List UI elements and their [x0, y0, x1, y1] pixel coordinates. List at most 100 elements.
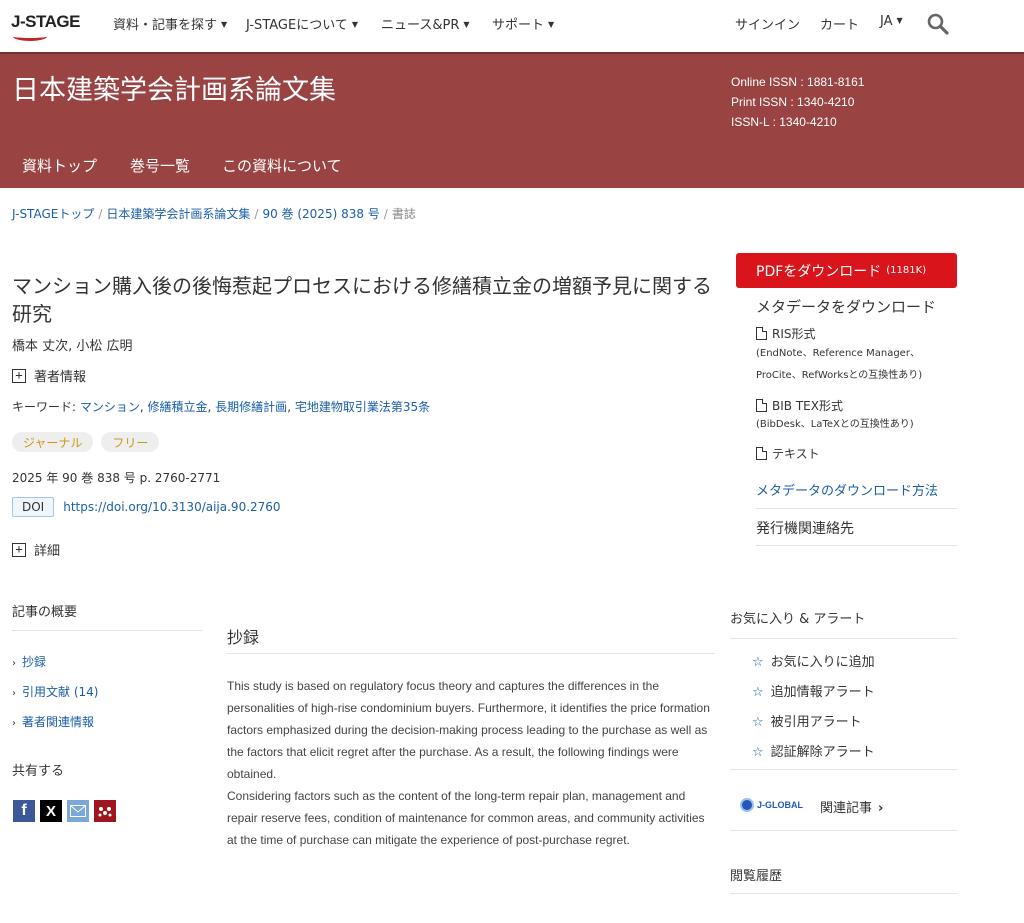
- keyword-link[interactable]: 長期修繕計画: [215, 400, 287, 414]
- nav-signin[interactable]: サインイン: [735, 14, 800, 33]
- keyword-link[interactable]: マンション: [80, 400, 140, 414]
- breadcrumb-journal[interactable]: 日本建築学会計画系論文集: [106, 207, 250, 221]
- metadata-bibtex-label: BIB TEX形式: [772, 399, 843, 413]
- journal-title[interactable]: 日本建築学会計画系論文集: [12, 68, 336, 107]
- article-citation: 2025 年 90 巻 838 号 p. 2760-2771: [12, 471, 221, 485]
- metadata-text-link[interactable]: テキスト: [756, 445, 820, 462]
- related-articles-link[interactable]: 関連記事 ›: [820, 797, 883, 816]
- doc-icon: [756, 447, 767, 460]
- doc-icon: [756, 399, 767, 412]
- nav-language-label: JA: [880, 14, 893, 29]
- nav-about-label: J-STAGEについて: [246, 18, 348, 33]
- doc-icon: [756, 327, 767, 340]
- jglobal-logo[interactable]: J-GLOBAL: [740, 795, 808, 815]
- keywords-label: キーワード:: [12, 400, 80, 414]
- nav-about[interactable]: J-STAGEについて ▼: [246, 14, 358, 33]
- doi-badge: DOI: [12, 497, 55, 517]
- chevron-right-icon: ›: [878, 801, 884, 816]
- keyword-link[interactable]: 修繕積立金: [148, 400, 208, 414]
- overview-heading: 記事の概要: [12, 605, 78, 620]
- sidebar-link-label: 引用文献 (14): [22, 685, 99, 699]
- top-nav: J-STAGE 資料・記事を探す ▼ J-STAGEについて ▼ ニュース&PR ▼ …: [0, 0, 1024, 52]
- caret-down-icon: ▼: [896, 16, 903, 25]
- sidebar-link-references[interactable]: › 引用文献 (14): [12, 683, 98, 700]
- article-title: マンション購入後の後悔惹起プロセスにおける修繕積立金の増額予見に関する研究: [12, 274, 712, 326]
- caret-down-icon: ▼: [221, 20, 228, 29]
- breadcrumb-issue[interactable]: 90 巻 (2025) 838 号: [262, 207, 379, 221]
- metadata-ris-link[interactable]: RIS形式: [756, 325, 816, 342]
- divider: [227, 653, 715, 654]
- metadata-bibtex-link[interactable]: BIB TEX形式: [756, 397, 843, 414]
- search-icon[interactable]: [927, 13, 949, 35]
- keyword-link[interactable]: 宅地建物取引業法第35条: [295, 400, 430, 414]
- author-info-toggle[interactable]: + 著者情報: [12, 366, 86, 385]
- breadcrumb-separator: /: [383, 207, 388, 221]
- tab-journal-top[interactable]: 資料トップ: [22, 155, 97, 176]
- pdf-size: (1181K): [886, 265, 927, 276]
- doi-link[interactable]: https://doi.org/10.3130/aija.90.2760: [63, 500, 280, 514]
- divider: [730, 893, 957, 894]
- history-heading: 閲覧履歴: [730, 869, 783, 884]
- details-toggle[interactable]: + 詳細: [12, 540, 60, 559]
- author-info-label: 著者情報: [34, 370, 87, 385]
- nav-search-articles[interactable]: 資料・記事を探す ▼: [113, 14, 227, 33]
- jstage-logo[interactable]: J-STAGE: [11, 12, 85, 41]
- jglobal-globe-icon: [740, 798, 754, 812]
- metadata-heading: メタデータをダウンロード: [756, 298, 937, 316]
- tab-issue-list[interactable]: 巻号一覧: [130, 155, 190, 176]
- share-icons: f X: [13, 800, 116, 822]
- logo-swoosh-icon: [13, 32, 47, 41]
- caret-down-icon: ▼: [548, 20, 555, 29]
- nav-support[interactable]: サポート ▼: [492, 14, 554, 33]
- issn-block: Online ISSN : 1881-8161 Print ISSN : 134…: [731, 72, 864, 132]
- breadcrumb-separator: /: [98, 207, 103, 221]
- abstract-paragraph: This study is based on regulatory focus …: [227, 679, 710, 781]
- sidebar-link-author-info[interactable]: › 著者関連情報: [12, 713, 94, 730]
- abstract-heading: 抄録: [227, 628, 260, 647]
- badge-free: フリー: [101, 432, 160, 452]
- chevron-right-icon: ›: [12, 718, 16, 729]
- logo-text: J-STAGE: [11, 12, 80, 31]
- star-icon: ☆: [752, 715, 764, 730]
- pdf-download-label: PDFをダウンロード: [756, 263, 882, 280]
- tab-about-journal[interactable]: この資料について: [222, 155, 342, 176]
- jglobal-logo-text: J-GLOBAL: [757, 800, 803, 810]
- mail-icon[interactable]: [67, 800, 89, 822]
- breadcrumb-current: 書誌: [391, 207, 416, 221]
- divider: [12, 630, 202, 631]
- favorites-alerts-heading: お気に入り & アラート: [730, 612, 866, 627]
- divider: [730, 830, 957, 831]
- x-icon[interactable]: X: [40, 800, 62, 822]
- nav-news[interactable]: ニュース&PR ▼: [381, 14, 470, 33]
- abstract-paragraph: Considering factors such as the content …: [227, 789, 705, 847]
- star-icon: ☆: [752, 685, 764, 700]
- article-badges: ジャーナル フリー: [12, 432, 160, 452]
- pdf-download-button[interactable]: PDFをダウンロード (1181K): [736, 253, 957, 288]
- sidebar-link-abstract[interactable]: › 抄録: [12, 653, 46, 670]
- retraction-alert-link[interactable]: ☆ 認証解除アラート: [752, 741, 875, 760]
- alert-label: 追加情報アラート: [770, 685, 875, 700]
- publisher-contact-link[interactable]: 発行機関連絡先: [756, 518, 854, 538]
- breadcrumb-top[interactable]: J-STAGEトップ: [12, 207, 94, 221]
- citation-alert-link[interactable]: ☆ 被引用アラート: [752, 711, 862, 730]
- article-authors: 橋本 丈次, 小松 広明: [12, 339, 133, 354]
- online-issn: Online ISSN : 1881-8161: [731, 75, 865, 89]
- alert-label: 被引用アラート: [770, 715, 862, 730]
- mendeley-icon[interactable]: [94, 800, 116, 822]
- metadata-ris-label: RIS形式: [772, 327, 816, 341]
- share-heading: 共有する: [12, 764, 65, 779]
- plus-box-icon: +: [12, 368, 26, 383]
- add-favorite-link[interactable]: ☆ お気に入りに追加: [752, 651, 875, 670]
- nav-cart[interactable]: カート: [820, 14, 859, 33]
- facebook-icon[interactable]: f: [13, 800, 35, 822]
- metadata-howto-link[interactable]: メタデータのダウンロード方法: [756, 480, 938, 499]
- update-alert-link[interactable]: ☆ 追加情報アラート: [752, 681, 875, 700]
- ris-note: (EndNote、Reference Manager、: [756, 348, 920, 359]
- nav-language[interactable]: JA ▼: [880, 14, 903, 29]
- related-articles-label: 関連記事: [820, 801, 873, 816]
- journal-banner: 日本建築学会計画系論文集 Online ISSN : 1881-8161 Pri…: [0, 52, 1024, 188]
- alert-label: お気に入りに追加: [770, 655, 875, 670]
- sidebar-link-label: 著者関連情報: [22, 715, 95, 729]
- breadcrumb: J-STAGEトップ / 日本建築学会計画系論文集/90 巻 (2025) 838 …: [12, 205, 416, 222]
- details-label: 詳細: [34, 544, 61, 559]
